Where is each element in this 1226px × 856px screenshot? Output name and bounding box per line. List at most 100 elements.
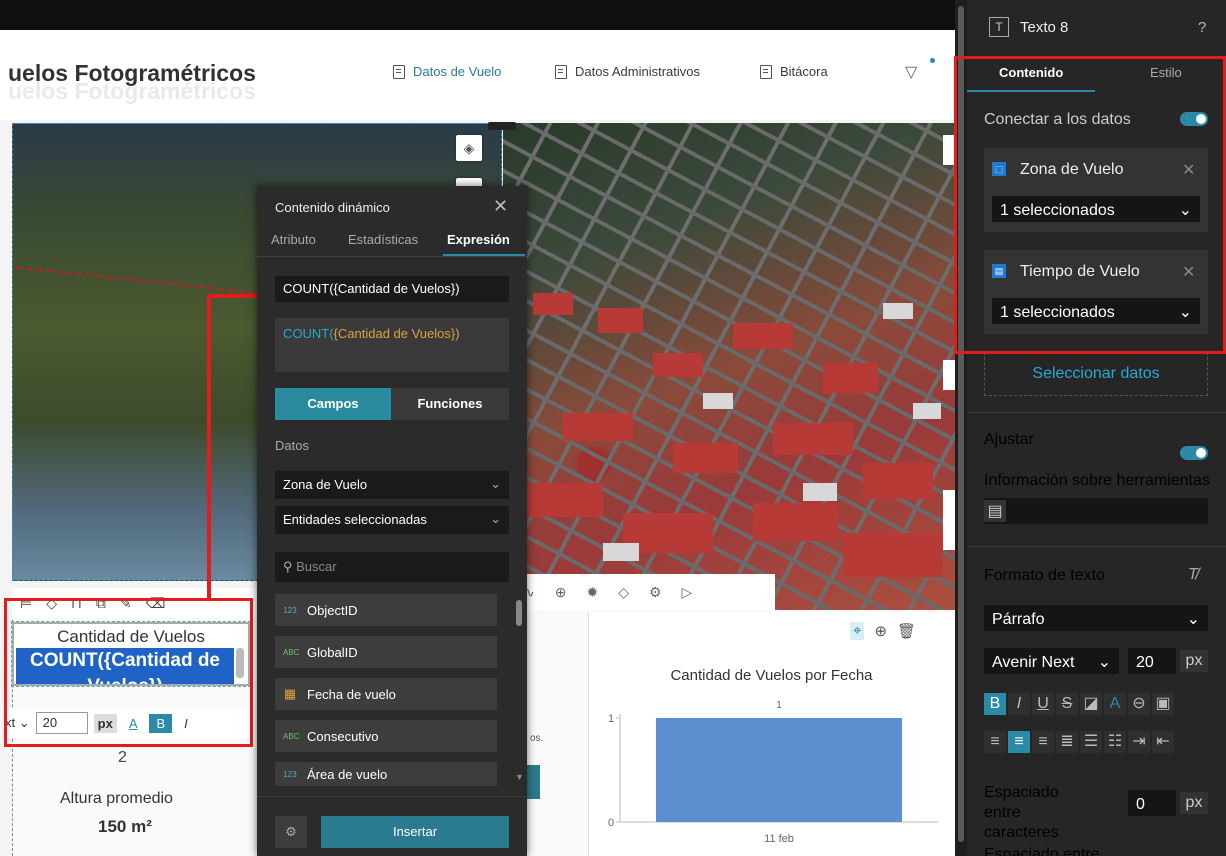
document-icon [555, 64, 567, 79]
nav-datos-administrativos[interactable]: Datos Administrativos [555, 64, 700, 79]
align-center-icon[interactable]: ≡ [1008, 731, 1030, 753]
divider [967, 546, 1226, 547]
popup-scrollbar[interactable] [516, 600, 522, 626]
tab-expresion[interactable]: Expresión [447, 232, 510, 247]
campos-button[interactable]: Campos [275, 388, 391, 420]
nav-bitacora[interactable]: Bitácora [760, 64, 828, 79]
unit-label: px [1180, 650, 1208, 672]
insert-button[interactable]: Insertar [321, 816, 509, 848]
bullet-list-icon[interactable]: ☰ [1080, 731, 1102, 753]
field-item[interactable]: ABC GlobalID [275, 636, 497, 668]
format-label: Formato de texto [984, 567, 1105, 584]
scene-tool[interactable] [943, 490, 955, 550]
clipped-text: os. [530, 733, 544, 744]
bar [656, 718, 902, 822]
select-data-button[interactable]: Seleccionar datos [984, 352, 1208, 396]
chart-title: Cantidad de Vuelos por Fecha [670, 667, 873, 684]
dynamic-content-popup: Contenido dinámico ✕ Atributo Estadístic… [257, 186, 527, 856]
kpi-label: Altura promedio [60, 790, 173, 807]
gear-icon[interactable]: ⚙ [649, 584, 662, 601]
ajustar-label: Ajustar [984, 431, 1034, 448]
highlight-box-widget [4, 598, 253, 747]
field-item[interactable]: 123 Área de vuelo [275, 762, 497, 786]
indent-icon[interactable]: ⇥ [1128, 731, 1150, 753]
align-left-icon[interactable]: ≡ [984, 731, 1006, 753]
document-icon [760, 64, 772, 79]
nav-label: Datos de Vuelo [413, 64, 502, 79]
select-icon[interactable]: ⌖ [850, 622, 865, 640]
nav-label: Datos Administrativos [575, 64, 700, 79]
field-name: Área de vuelo [307, 766, 388, 782]
image-icon[interactable]: ▣ [1152, 693, 1174, 715]
font-color-icon[interactable]: A [1104, 693, 1126, 715]
justify-icon[interactable]: ≣ [1056, 731, 1078, 753]
x-tick-label: 11 feb [764, 833, 794, 845]
annotation-arrow [207, 295, 211, 598]
drag-handle[interactable] [488, 122, 516, 130]
field-item[interactable]: 123 ObjectID [275, 594, 497, 626]
data-label: 1 [776, 700, 782, 711]
highlight-color-icon[interactable]: ◪ [1080, 693, 1102, 715]
chart-toolbar: ⌖ ⊕ 🗑 [850, 622, 916, 640]
document-icon [393, 64, 405, 79]
play-icon[interactable]: ▷ [682, 584, 693, 601]
clear-format-icon[interactable]: T̸ [1188, 566, 1198, 584]
text-widget-icon: T [989, 17, 1009, 37]
strikethrough-button[interactable]: S [1056, 693, 1078, 715]
outdent-icon[interactable]: ⇤ [1152, 731, 1174, 753]
scene-tool[interactable] [943, 360, 955, 390]
popup-title: Contenido dinámico [275, 200, 390, 215]
search-input[interactable]: ⚲ Buscar [275, 552, 509, 582]
expression-argument: {Cantidad de Vuelos}) [333, 326, 460, 341]
ajustar-toggle[interactable] [1180, 446, 1208, 460]
gear-icon[interactable]: ⚙ [275, 816, 307, 848]
close-icon[interactable]: ✕ [493, 196, 508, 217]
paragraph-select[interactable]: Párrafo ⌄ [984, 605, 1208, 631]
tooltip-input[interactable] [984, 498, 1208, 524]
filter-icon[interactable]: ▽ [905, 62, 917, 82]
map-3d-scene[interactable] [503, 123, 955, 610]
search-icon: ⚲ [283, 559, 297, 574]
field-item[interactable]: ▦ Fecha de vuelo [275, 678, 497, 710]
entities-select[interactable]: Entidades seleccionadas ⌄ [275, 506, 509, 534]
spacing-input[interactable]: 0 [1128, 790, 1176, 816]
field-item[interactable]: ABC Consecutivo [275, 720, 497, 752]
link-icon[interactable]: ⊖ [1128, 693, 1150, 715]
funciones-button[interactable]: Funciones [391, 388, 509, 420]
tab-estadisticas[interactable]: Estadísticas [348, 232, 418, 247]
y-tick-label: 0 [608, 817, 614, 829]
font-select[interactable]: Avenir Next ⌄ [984, 648, 1119, 674]
layers-icon[interactable]: ◈ [456, 135, 482, 161]
scroll-down-icon[interactable]: ▼ [515, 772, 524, 782]
divider [257, 256, 527, 257]
bold-button[interactable]: B [984, 693, 1006, 715]
panel-title: Texto 8 [1020, 19, 1069, 36]
number-list-icon[interactable]: ☷ [1104, 731, 1126, 753]
kpi-value: 2 [118, 749, 127, 766]
calendar-icon: ▦ [283, 686, 297, 701]
help-icon[interactable]: ? [1198, 19, 1206, 36]
nav-datos-vuelo[interactable]: Datos de Vuelo [393, 64, 501, 79]
pin-icon[interactable]: ⊕ [555, 584, 567, 601]
field-name: Fecha de vuelo [307, 686, 396, 702]
delete-icon[interactable]: 🗑 [897, 622, 916, 640]
source-select[interactable]: Zona de Vuelo ⌄ [275, 471, 509, 499]
document-icon[interactable]: ▤ [984, 500, 1006, 522]
zoom-icon[interactable]: ⊕ [874, 622, 887, 640]
tab-atributo[interactable]: Atributo [271, 232, 316, 247]
sun-icon[interactable]: ✹ [586, 584, 598, 601]
eraser-icon[interactable]: ◇ [618, 584, 629, 601]
italic-button[interactable]: I [1008, 693, 1030, 715]
chevron-down-icon: ⌄ [490, 476, 501, 491]
scene-toolbar: ∿ ⊕ ✹ ◇ ⚙ ▷ [515, 574, 775, 610]
underline-button[interactable]: U [1032, 693, 1054, 715]
align-right-icon[interactable]: ≡ [1032, 731, 1054, 753]
entities-value: Entidades seleccionadas [283, 512, 427, 527]
expression-input[interactable]: COUNT({Cantidad de Vuelos}) [275, 276, 509, 302]
expression-editor[interactable]: COUNT({Cantidad de Vuelos}) [275, 318, 509, 372]
divider [967, 412, 1226, 413]
font-size-input[interactable]: 20 [1128, 648, 1176, 674]
number-type-icon: 123 [283, 769, 297, 779]
text-type-icon: ABC [283, 731, 300, 741]
datos-label: Datos [275, 438, 309, 453]
